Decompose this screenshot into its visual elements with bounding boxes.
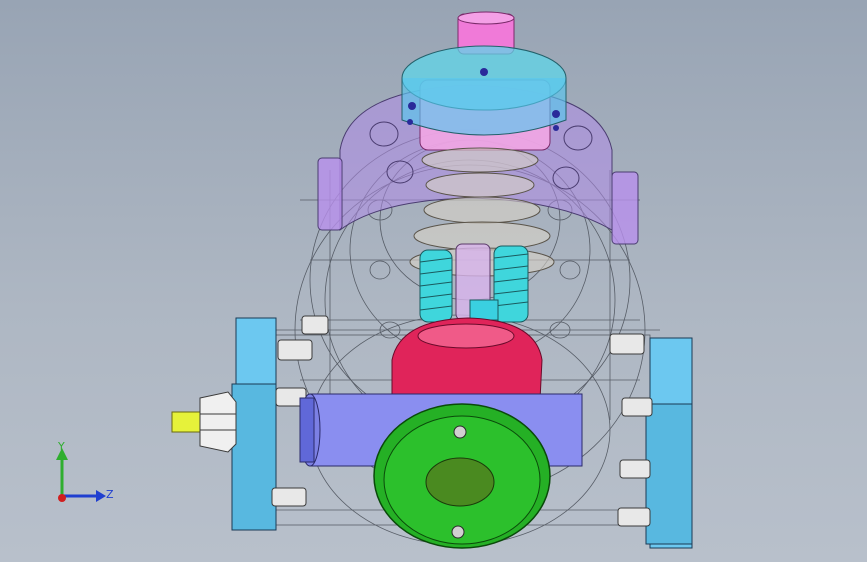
pump-assembly-model[interactable] xyxy=(0,0,867,562)
z-axis-label: Z xyxy=(106,488,114,501)
cyan-screw-rotors xyxy=(419,243,529,323)
yellow-nozzle xyxy=(171,391,237,453)
magenta-ball-chamber xyxy=(391,317,543,401)
x-axis-dot xyxy=(58,494,66,502)
z-axis-arrowhead xyxy=(96,490,106,502)
axis-triad: Y Z xyxy=(56,440,114,502)
green-end-flange xyxy=(373,403,551,549)
y-axis-label: Y xyxy=(57,440,65,453)
cad-3d-viewport[interactable]: Y Z xyxy=(0,0,867,562)
cyan-coupling-flange xyxy=(401,45,567,136)
